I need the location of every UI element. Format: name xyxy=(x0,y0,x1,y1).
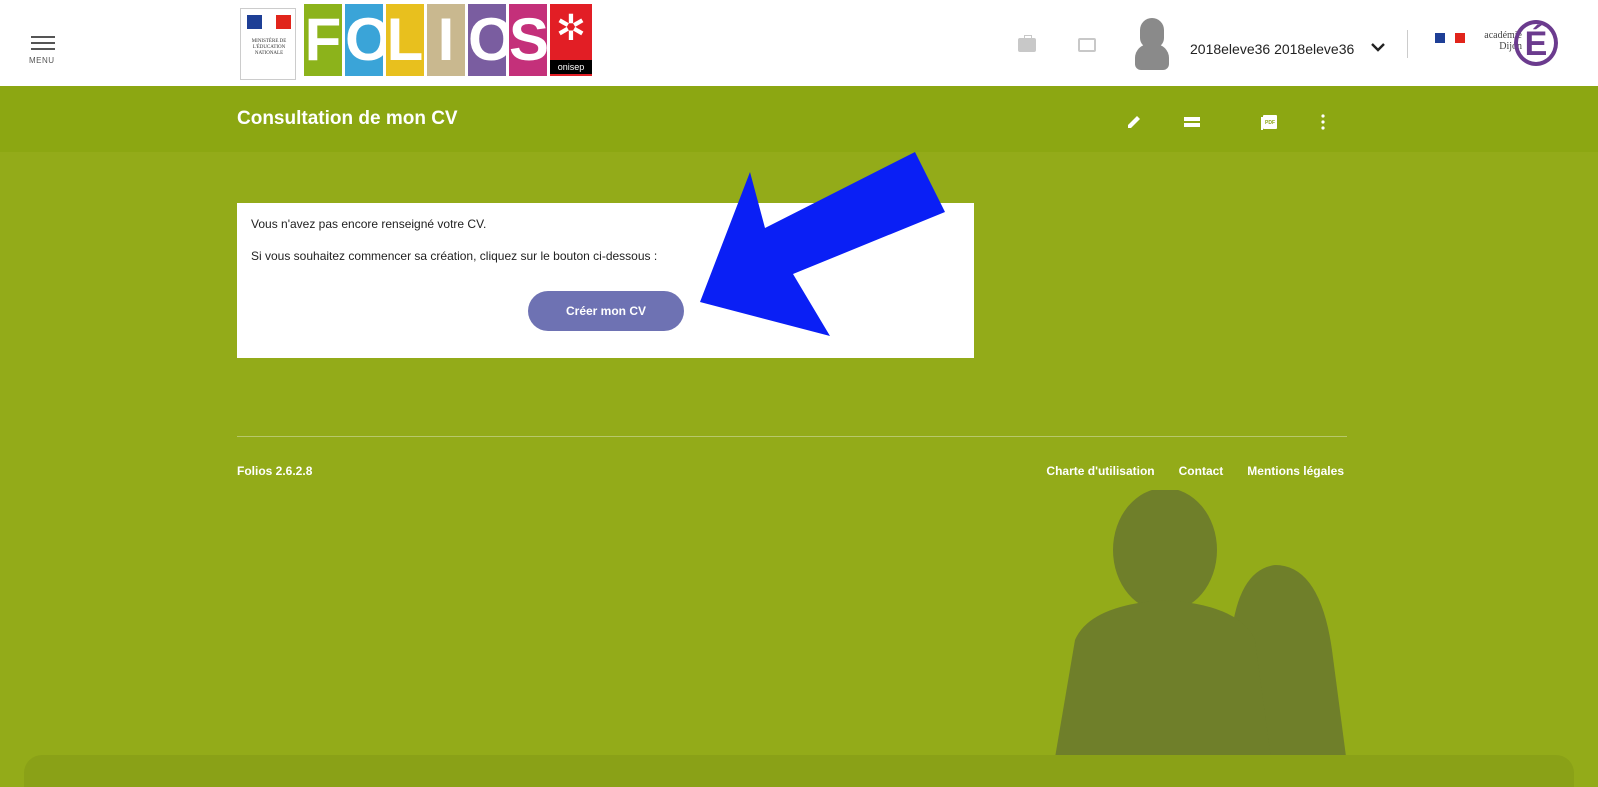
logo-letter: O xyxy=(345,4,392,76)
republique-francaise-logo: MINISTÈRE DE L'ÉDUCATION NATIONALE xyxy=(240,8,296,80)
footer-link-contact[interactable]: Contact xyxy=(1179,464,1224,478)
folios-logo[interactable]: F O L I O S ✲ onisep xyxy=(304,4,592,76)
students-silhouette-illustration xyxy=(1050,490,1350,787)
footer-link-charte[interactable]: Charte d'utilisation xyxy=(1046,464,1154,478)
pdf-icon[interactable]: PDF xyxy=(1260,112,1280,132)
app-version: Folios 2.6.2.8 xyxy=(237,464,313,478)
logo-letter: S xyxy=(509,4,549,76)
more-vertical-icon[interactable] xyxy=(1313,112,1333,132)
bottom-panel xyxy=(24,755,1574,787)
logo-letter: O xyxy=(468,4,515,76)
chat-icon[interactable] xyxy=(1078,38,1096,52)
svg-text:PDF: PDF xyxy=(1265,120,1275,126)
academy-letter: É xyxy=(1524,25,1548,63)
create-cv-button[interactable]: Créer mon CV xyxy=(528,291,684,331)
footer-link-mentions[interactable]: Mentions légales xyxy=(1247,464,1344,478)
onisep-logo: ✲ onisep xyxy=(550,4,592,76)
annotation-arrow-icon xyxy=(700,152,945,336)
header-divider xyxy=(1407,30,1408,58)
academie-dijon-logo[interactable]: académie Dijon É xyxy=(1482,20,1562,70)
cv-empty-message: Vous n'avez pas encore renseigné votre C… xyxy=(251,217,487,231)
cv-create-instruction: Si vous souhaitez commencer sa création,… xyxy=(251,249,658,263)
french-flag-icon xyxy=(247,15,292,29)
username[interactable]: 2018eleve36 2018eleve36 xyxy=(1190,41,1354,57)
marianne-logo xyxy=(1428,33,1472,55)
onisep-label: onisep xyxy=(550,60,592,74)
menu-button[interactable]: MENU xyxy=(29,36,59,66)
hamburger-icon xyxy=(31,36,55,52)
footer-divider xyxy=(237,436,1347,437)
briefcase-icon[interactable] xyxy=(1018,35,1036,52)
logo-letter: I xyxy=(427,4,465,76)
top-header: MENU MINISTÈRE DE L'ÉDUCATION NATIONALE … xyxy=(0,0,1598,86)
ministry-label: MINISTÈRE DE L'ÉDUCATION NATIONALE xyxy=(251,39,287,56)
menu-label: MENU xyxy=(29,56,55,65)
chevron-down-icon[interactable] xyxy=(1370,40,1386,54)
page-title: Consultation de mon CV xyxy=(237,108,458,129)
onisep-star-icon: ✲ xyxy=(555,7,587,48)
list-view-icon[interactable] xyxy=(1182,112,1202,132)
logo-letter: L xyxy=(386,4,424,76)
avatar[interactable] xyxy=(1135,18,1169,70)
pencil-icon[interactable] xyxy=(1124,112,1144,132)
page-titlebar: Consultation de mon CV PDF xyxy=(0,86,1598,152)
logo-letter: F xyxy=(304,4,342,76)
footer-links: Charte d'utilisation Contact Mentions lé… xyxy=(1046,464,1344,478)
